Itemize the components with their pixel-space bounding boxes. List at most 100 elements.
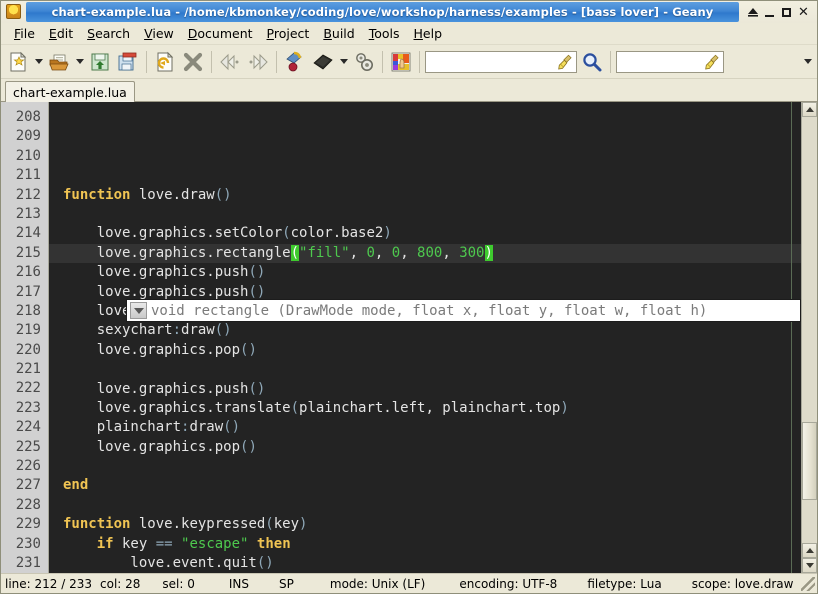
resize-grip[interactable] bbox=[801, 576, 815, 591]
menu-project[interactable]: Project bbox=[260, 24, 317, 44]
status-col: col: 28 bbox=[100, 576, 141, 591]
scroll-up-arrow-icon[interactable] bbox=[802, 102, 817, 117]
code-token: ( bbox=[290, 399, 300, 416]
menu-bar: File Edit Search View Document Project B… bbox=[1, 23, 817, 45]
menu-tools[interactable]: Tools bbox=[362, 24, 407, 44]
menu-file[interactable]: File bbox=[7, 24, 42, 44]
code-line[interactable] bbox=[49, 360, 801, 379]
code-line[interactable]: love.graphics.pop() bbox=[49, 438, 801, 457]
minimize-window-button[interactable] bbox=[762, 4, 777, 20]
broom-clear-icon[interactable] bbox=[703, 53, 721, 71]
build-dropdown-chevron-down-icon[interactable] bbox=[337, 48, 350, 76]
code-line[interactable] bbox=[49, 166, 801, 185]
code-token: == bbox=[155, 535, 173, 552]
toolbar-overflow-chevron-down-icon[interactable] bbox=[801, 48, 814, 76]
open-folder-dropdown-chevron-down-icon[interactable] bbox=[73, 48, 86, 76]
line-number: 227 bbox=[15, 477, 41, 494]
menu-search[interactable]: Search bbox=[80, 24, 137, 44]
build-icon[interactable] bbox=[309, 48, 337, 76]
close-x-icon[interactable] bbox=[179, 48, 207, 76]
code-token: "escape" bbox=[181, 535, 249, 552]
code-token: () bbox=[240, 341, 257, 358]
code-token: : bbox=[172, 322, 182, 339]
code-line[interactable] bbox=[49, 496, 801, 515]
goto-line-input[interactable] bbox=[616, 50, 724, 73]
menu-build[interactable]: Build bbox=[316, 24, 361, 44]
toolbar-separator bbox=[382, 50, 383, 73]
save-icon[interactable] bbox=[86, 48, 114, 76]
code-line[interactable]: love.event.quit() bbox=[49, 554, 801, 573]
toolbar-separator bbox=[211, 50, 212, 73]
code-line[interactable]: love.graphics.pop() bbox=[49, 341, 801, 360]
code-line[interactable]: end bbox=[49, 476, 801, 495]
magnifier-search-icon[interactable] bbox=[578, 48, 606, 76]
scroll-down-arrow-icon[interactable] bbox=[802, 558, 817, 573]
code-token: 0 bbox=[366, 244, 375, 261]
code-line[interactable]: love.graphics.translate(plainchart.left,… bbox=[49, 399, 801, 418]
line-number: 228 bbox=[15, 496, 41, 513]
calltip-popup: void rectangle (DrawMode mode, float x, … bbox=[126, 299, 801, 322]
menu-help[interactable]: Help bbox=[407, 24, 450, 44]
scrollbar-track[interactable] bbox=[802, 117, 817, 543]
shade-window-button[interactable] bbox=[745, 4, 760, 20]
code-line[interactable] bbox=[49, 205, 801, 224]
source-editor[interactable]: 208 209 210 211 212 213 214 215 216 217 218 219 220 2… bbox=[1, 102, 801, 573]
toolbar-separator bbox=[419, 50, 420, 73]
maximize-window-button[interactable] bbox=[779, 4, 794, 20]
color-picker-icon[interactable] bbox=[387, 48, 415, 76]
code-line[interactable]: love.graphics.push() bbox=[49, 263, 801, 282]
status-eol-mode: mode: Unix (LF) bbox=[329, 576, 426, 591]
code-line[interactable]: love.graphics.rectangle("fill", 0, 0, 80… bbox=[49, 243, 801, 264]
close-window-button[interactable]: ✕ bbox=[796, 4, 811, 20]
code-token: () bbox=[256, 555, 274, 572]
status-space-mode: SP bbox=[279, 576, 294, 591]
scroll-up-arrow-icon-bottom[interactable] bbox=[802, 543, 817, 558]
status-insert-mode: INS bbox=[228, 576, 250, 591]
code-line[interactable]: function love.keypressed(key) bbox=[49, 515, 801, 534]
code-line[interactable]: function love.draw() bbox=[49, 186, 801, 205]
code-line[interactable]: if key == "escape" then bbox=[49, 535, 801, 554]
code-token: love.graphics.rectangle bbox=[63, 244, 291, 261]
code-content[interactable]: function love.draw() love.graphics.setCo… bbox=[49, 102, 801, 573]
line-number: 217 bbox=[15, 283, 41, 300]
search-input[interactable] bbox=[425, 50, 577, 73]
line-number: 210 bbox=[15, 147, 41, 164]
status-encoding: encoding: UTF-8 bbox=[459, 576, 558, 591]
status-sel: sel: 0 bbox=[162, 576, 195, 591]
code-line[interactable]: love.graphics.push() bbox=[49, 380, 801, 399]
menu-view[interactable]: View bbox=[137, 24, 181, 44]
code-line[interactable] bbox=[49, 457, 801, 476]
tab-chart-example-lua[interactable]: chart-example.lua bbox=[5, 81, 135, 102]
code-token: function bbox=[63, 516, 131, 533]
open-folder-icon[interactable] bbox=[45, 48, 73, 76]
line-number: 224 bbox=[15, 419, 41, 436]
broom-clear-icon[interactable] bbox=[556, 53, 574, 71]
save-all-icon[interactable] bbox=[114, 48, 142, 76]
toolbar-separator bbox=[610, 50, 611, 73]
new-document-dropdown-chevron-down-icon[interactable] bbox=[32, 48, 45, 76]
code-line[interactable]: plainchart:draw() bbox=[49, 418, 801, 437]
arrow-forward-icon[interactable] bbox=[244, 48, 272, 76]
line-number: 215 bbox=[15, 244, 41, 261]
code-token: if bbox=[96, 535, 114, 552]
line-number: 212 bbox=[15, 186, 41, 203]
code-token: love.graphics.push bbox=[63, 264, 249, 281]
code-line[interactable]: sexychart:draw() bbox=[49, 321, 801, 340]
new-document-icon[interactable] bbox=[4, 48, 32, 76]
code-token: 300 bbox=[459, 244, 485, 261]
code-line[interactable]: love.graphics.setColor(color.base2) bbox=[49, 224, 801, 243]
code-token: () bbox=[214, 322, 232, 339]
revert-icon[interactable] bbox=[151, 48, 179, 76]
scrollbar-thumb[interactable] bbox=[802, 422, 817, 500]
menu-edit[interactable]: Edit bbox=[42, 24, 80, 44]
arrow-back-icon[interactable] bbox=[216, 48, 244, 76]
compile-icon[interactable] bbox=[281, 48, 309, 76]
editor-area: 208 209 210 211 212 213 214 215 216 217 218 219 220 2… bbox=[1, 102, 817, 573]
code-token: () bbox=[240, 438, 257, 455]
calltip-chevron-down-icon[interactable] bbox=[130, 302, 147, 319]
code-token: ( bbox=[290, 244, 300, 261]
editor-vertical-scrollbar[interactable] bbox=[801, 102, 817, 573]
gears-run-icon[interactable] bbox=[350, 48, 378, 76]
code-token: 0 bbox=[391, 244, 401, 261]
menu-document[interactable]: Document bbox=[181, 24, 260, 44]
